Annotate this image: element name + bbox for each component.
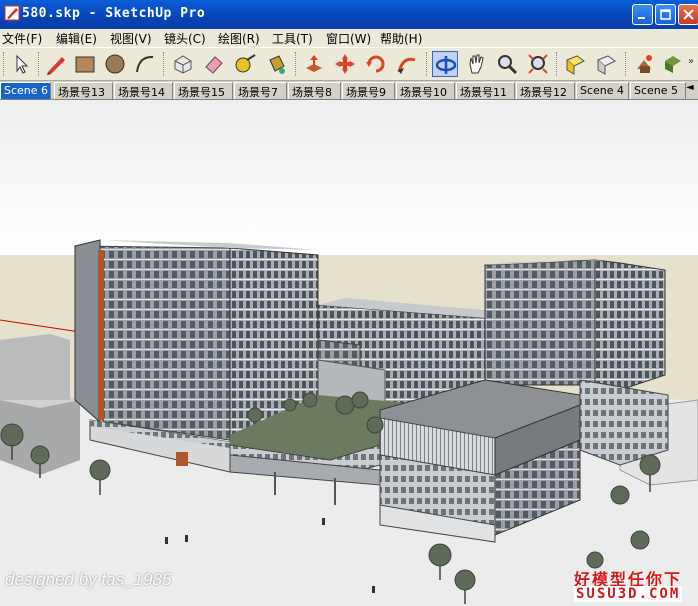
tab-scene-5[interactable]: Scene 5 — [630, 82, 686, 99]
toolbar-grip[interactable] — [556, 52, 560, 76]
tape-measure-icon[interactable] — [232, 51, 258, 77]
rectangle-icon[interactable] — [72, 51, 98, 77]
minimize-button[interactable] — [632, 4, 653, 25]
sketchup-app-icon — [4, 5, 20, 21]
menu-tools[interactable]: 工具(T) — [272, 30, 313, 47]
toolbar-grip[interactable] — [163, 52, 167, 76]
pencil-icon[interactable] — [43, 51, 69, 77]
tab-scene-12[interactable]: 场景号12 — [516, 82, 575, 99]
menu-edit[interactable]: 编辑(E) — [56, 30, 97, 47]
eraser-icon[interactable] — [201, 51, 227, 77]
toolbar-overflow-chevron-icon[interactable]: » — [688, 56, 694, 67]
move-icon[interactable] — [332, 51, 358, 77]
tab-scene-9[interactable]: 场景号9 — [342, 82, 395, 99]
main-toolbar: » — [0, 47, 698, 81]
tab-scene-15[interactable]: 场景号15 — [174, 82, 233, 99]
components-icon[interactable] — [660, 51, 686, 77]
title-bar: 580.skp - SketchUp Pro — [0, 0, 698, 29]
tabs-scroll-left-arrow-icon[interactable]: ◄ — [686, 82, 698, 99]
zoom-extents-icon[interactable] — [525, 51, 551, 77]
menu-camera[interactable]: 镜头(C) — [164, 30, 206, 47]
zoom-icon[interactable] — [494, 51, 520, 77]
tab-scene-14[interactable]: 场景号14 — [114, 82, 173, 99]
next-view-icon[interactable] — [593, 51, 619, 77]
designer-signature: designed by tas_1985 — [5, 570, 172, 589]
building-model-render — [0, 100, 698, 606]
menu-window[interactable]: 窗口(W) — [326, 30, 371, 47]
toolbar-grip[interactable] — [38, 52, 42, 76]
menu-view[interactable]: 视图(V) — [110, 30, 152, 47]
push-pull-icon[interactable] — [301, 51, 327, 77]
site-watermark: 好模型任你下 SUSU3D.COM — [574, 566, 696, 602]
menu-file[interactable]: 文件(F) — [2, 30, 42, 47]
scene-tabs-bar: Scene 6 场景号13 场景号14 场景号15 场景号7 场景号8 场景号9… — [0, 81, 698, 100]
tab-scene-6[interactable]: Scene 6 — [0, 82, 51, 99]
tab-scene-4[interactable]: Scene 4 — [576, 82, 629, 99]
follow-me-icon[interactable] — [394, 51, 420, 77]
tab-scene-13[interactable]: 场景号13 — [54, 82, 113, 99]
paint-bucket-icon[interactable] — [263, 51, 289, 77]
toolbar-grip[interactable] — [426, 52, 430, 76]
tab-scene-7[interactable]: 场景号7 — [234, 82, 287, 99]
arc-icon[interactable] — [132, 51, 158, 77]
model-viewport[interactable]: designed by tas_1985 好模型任你下 SUSU3D.COM — [0, 100, 698, 606]
make-component-icon[interactable] — [170, 51, 196, 77]
close-button[interactable] — [678, 4, 698, 25]
maximize-button[interactable] — [655, 4, 676, 25]
menu-help[interactable]: 帮助(H) — [380, 30, 422, 47]
toolbar-grip[interactable] — [295, 52, 299, 76]
tab-scene-11[interactable]: 场景号11 — [456, 82, 515, 99]
watermark-url: SUSU3D.COM — [574, 586, 683, 602]
tab-scene-8[interactable]: 场景号8 — [288, 82, 341, 99]
pan-hand-icon[interactable] — [463, 51, 489, 77]
rotate-icon[interactable] — [363, 51, 389, 77]
toolbar-grip[interactable] — [3, 52, 7, 76]
window-title: 580.skp - SketchUp Pro — [22, 6, 206, 21]
menu-draw[interactable]: 绘图(R) — [218, 30, 260, 47]
select-tool-icon[interactable] — [8, 51, 34, 77]
toolbar-grip[interactable] — [625, 52, 629, 76]
circle-icon[interactable] — [102, 51, 128, 77]
tab-scene-10[interactable]: 场景号10 — [396, 82, 455, 99]
menu-bar: 文件(F) 编辑(E) 视图(V) 镜头(C) 绘图(R) 工具(T) 窗口(W… — [0, 29, 698, 47]
model-info-icon[interactable] — [631, 51, 657, 77]
orbit-icon[interactable] — [432, 51, 458, 77]
previous-view-icon[interactable] — [562, 51, 588, 77]
